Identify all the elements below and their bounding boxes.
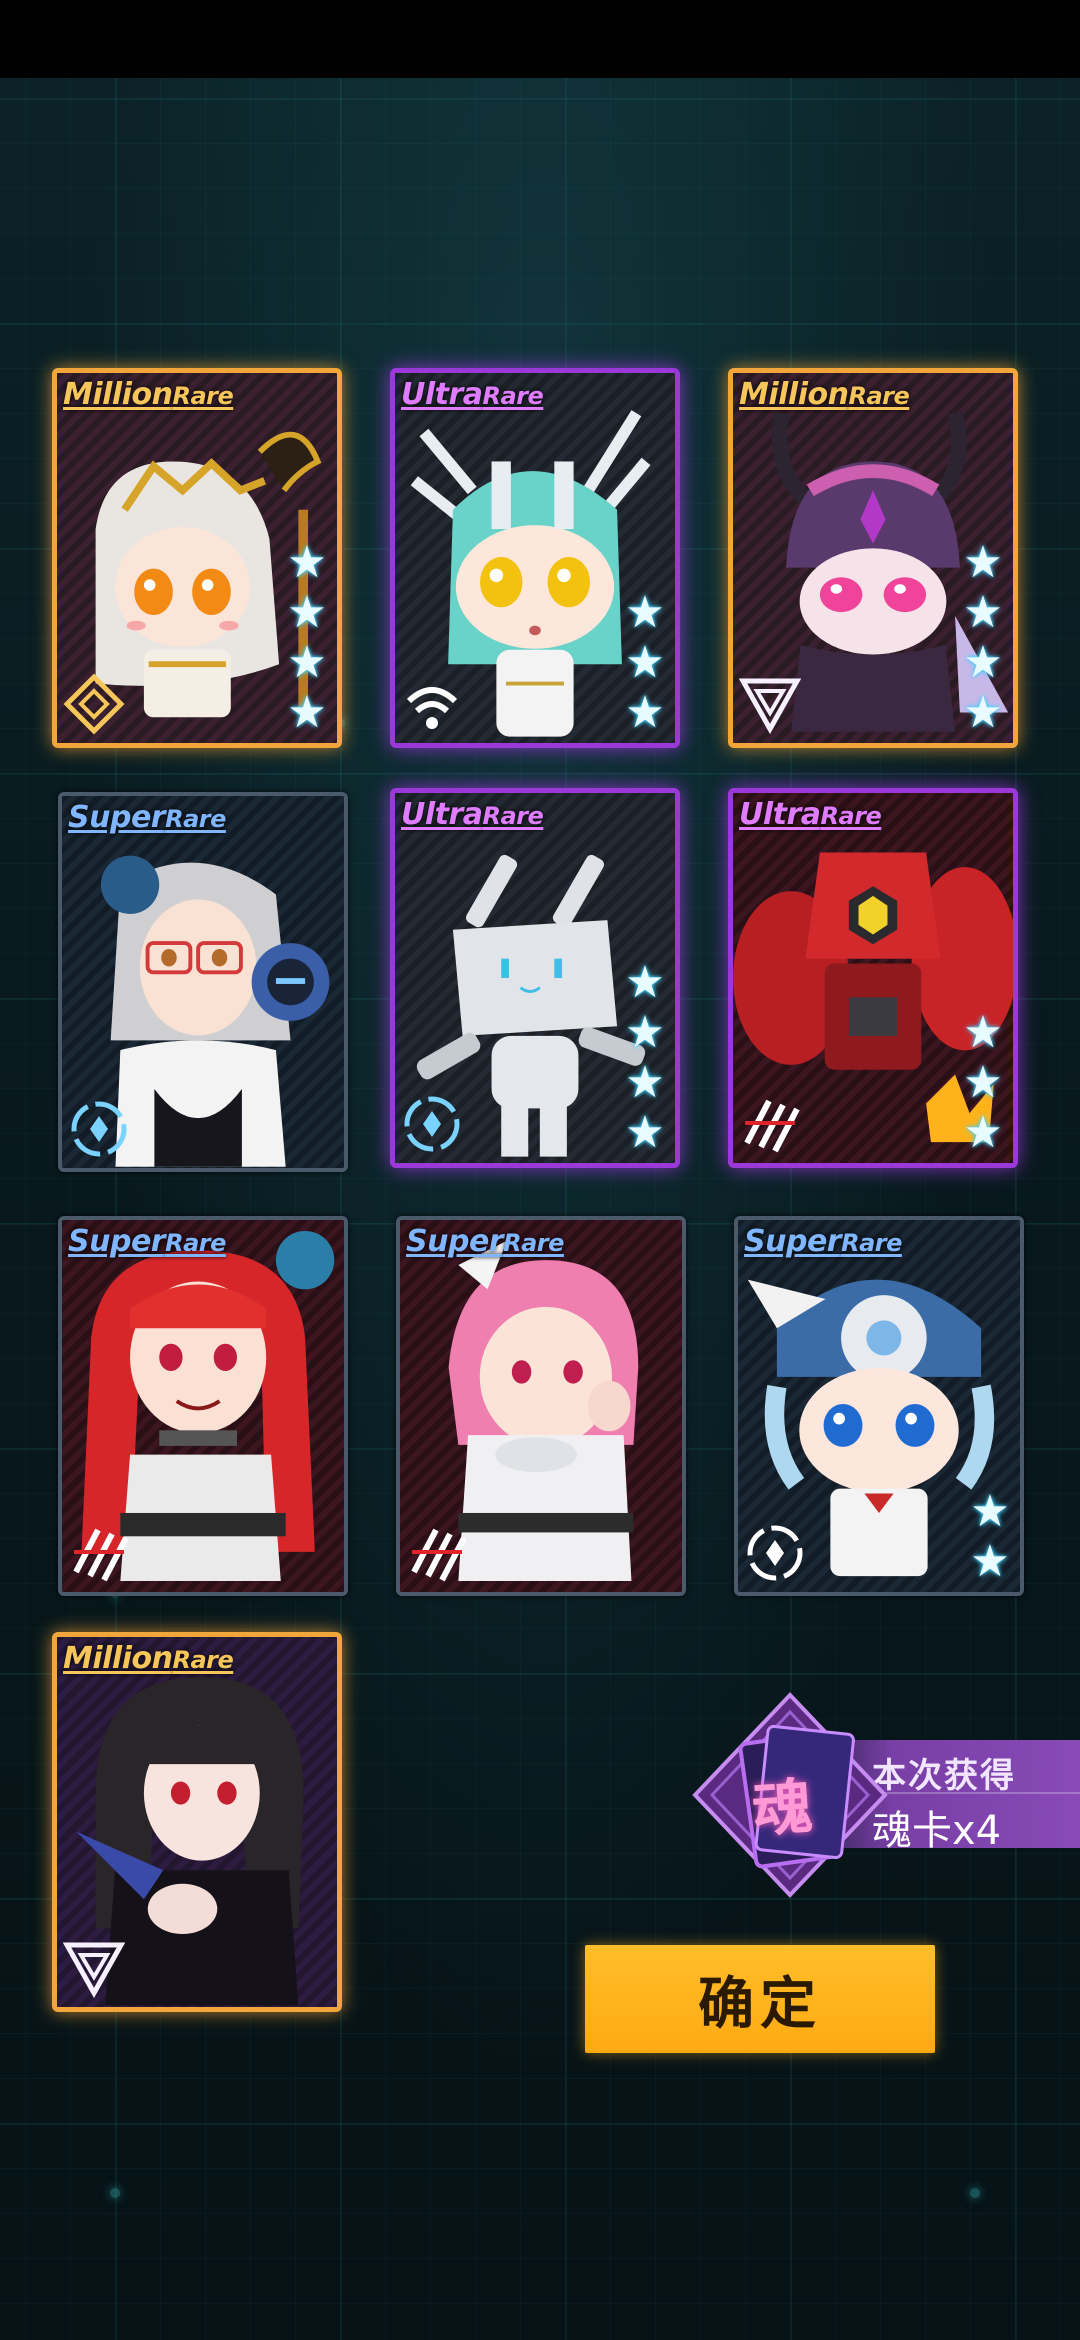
triangle-class-icon <box>739 678 801 735</box>
star-icon: ★ <box>625 688 665 737</box>
rarity-label: UltraRare <box>401 797 544 832</box>
star-rating: ★ ★ ★ ★ <box>961 541 1005 735</box>
star-icon: ★ <box>963 1058 1003 1107</box>
rarity-label: SuperRare <box>68 800 226 835</box>
rarity-label: SuperRare <box>406 1224 564 1259</box>
triangle-class-icon <box>63 1942 125 1999</box>
star-icon: ★ <box>970 1537 1010 1586</box>
star-icon: ★ <box>963 538 1003 587</box>
rarity-label: UltraRare <box>739 797 882 832</box>
status-bar-area <box>0 0 1080 78</box>
star-icon: ★ <box>963 1008 1003 1057</box>
star-icon: ★ <box>625 1008 665 1057</box>
reward-title: 本次获得 <box>872 1756 1016 1796</box>
star-icon: ★ <box>287 538 327 587</box>
star-icon: ★ <box>287 688 327 737</box>
rarity-label: SuperRare <box>744 1224 902 1259</box>
star-icon: ★ <box>970 1487 1010 1536</box>
star-icon: ★ <box>625 958 665 1007</box>
card-6[interactable]: UltraRare ★ ★ ★ <box>728 788 1018 1168</box>
stripes-class-icon <box>411 1528 467 1582</box>
ring-class-icon <box>71 1101 127 1157</box>
star-icon: ★ <box>625 1058 665 1107</box>
card-10[interactable]: MillionRare <box>52 1632 342 2012</box>
star-icon: ★ <box>287 638 327 687</box>
card-7[interactable]: SuperRare <box>58 1216 348 1596</box>
card-4[interactable]: SuperRare <box>58 792 348 1172</box>
star-icon: ★ <box>625 588 665 637</box>
star-icon: ★ <box>963 688 1003 737</box>
stripes-class-icon <box>744 1099 800 1153</box>
signal-class-icon <box>406 687 458 729</box>
diamond-class-icon <box>63 673 125 735</box>
card-3[interactable]: MillionRare ★ ★ ★ ★ <box>728 368 1018 748</box>
star-rating: ★ ★ ★ <box>961 1011 1005 1155</box>
rarity-label: MillionRare <box>63 377 234 412</box>
rarity-label: MillionRare <box>63 1641 234 1676</box>
star-rating: ★ ★ ★ <box>623 591 667 735</box>
star-icon: ★ <box>625 1108 665 1157</box>
star-icon: ★ <box>963 588 1003 637</box>
confirm-button[interactable]: 确定 <box>585 1945 935 2053</box>
card-8[interactable]: SuperRare <box>396 1216 686 1596</box>
rarity-label: SuperRare <box>68 1224 226 1259</box>
ring-class-icon <box>747 1525 803 1581</box>
star-rating: ★ ★ ★ ★ <box>623 961 667 1155</box>
rarity-label: MillionRare <box>739 377 910 412</box>
card-5[interactable]: UltraRare ★ ★ ★ ★ <box>390 788 680 1168</box>
star-icon: ★ <box>963 1108 1003 1157</box>
ring-class-icon <box>404 1096 460 1152</box>
star-icon: ★ <box>287 588 327 637</box>
grid-node <box>970 2188 980 2198</box>
star-icon: ★ <box>963 638 1003 687</box>
rarity-label: UltraRare <box>401 377 544 412</box>
card-1[interactable]: MillionRare ★ ★ ★ ★ <box>52 368 342 748</box>
star-rating: ★ ★ ★ ★ <box>285 541 329 735</box>
stripes-class-icon <box>73 1528 129 1582</box>
card-9[interactable]: SuperRare ★ ★ <box>734 1216 1024 1596</box>
star-rating: ★ ★ <box>968 1490 1012 1584</box>
star-icon: ★ <box>625 638 665 687</box>
gacha-result-screen: MillionRare ★ ★ ★ ★ UltraRare ★ ★ ★ Mill… <box>0 0 1080 2340</box>
reward-amount: 魂卡x4 <box>872 1808 1002 1854</box>
soul-glyph: 魂 <box>750 1771 815 1846</box>
reward-panel: 本次获得 魂卡x4 魂 <box>690 1690 1080 1900</box>
grid-node <box>110 2188 120 2198</box>
card-2[interactable]: UltraRare ★ ★ ★ <box>390 368 680 748</box>
